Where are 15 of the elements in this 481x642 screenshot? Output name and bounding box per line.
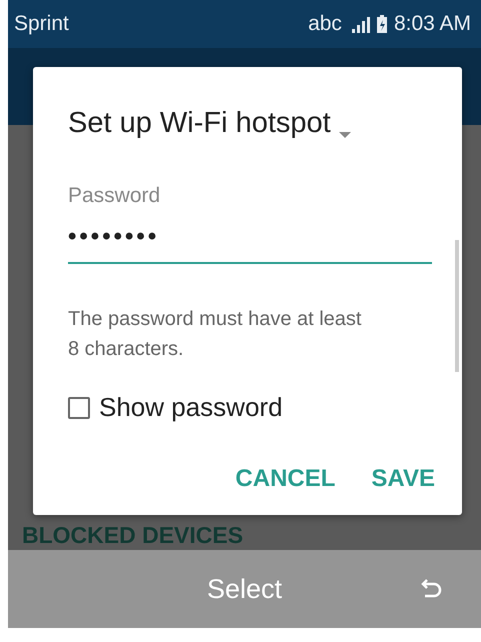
- section-header: BLOCKED DEVICES: [22, 522, 244, 550]
- show-password-checkbox[interactable]: Show password: [68, 392, 283, 423]
- dialog-title: Set up Wi-Fi hotspot: [68, 107, 331, 140]
- back-icon[interactable]: [421, 578, 443, 600]
- save-button[interactable]: SAVE: [371, 461, 435, 497]
- battery-icon: [376, 14, 388, 34]
- select-softkey[interactable]: Select: [206, 574, 282, 604]
- carrier-name: Sprint: [14, 12, 69, 36]
- dropdown-caret-icon: [338, 132, 351, 138]
- input-mode-indicator: abc: [308, 12, 342, 36]
- cancel-button[interactable]: CANCEL: [235, 461, 336, 497]
- password-hint: The password must have at least 8 characters.: [68, 307, 362, 362]
- clock-time: 8:03 AM: [394, 12, 471, 36]
- password-field[interactable]: ••••••••: [68, 212, 432, 264]
- password-label: Password: [68, 184, 162, 208]
